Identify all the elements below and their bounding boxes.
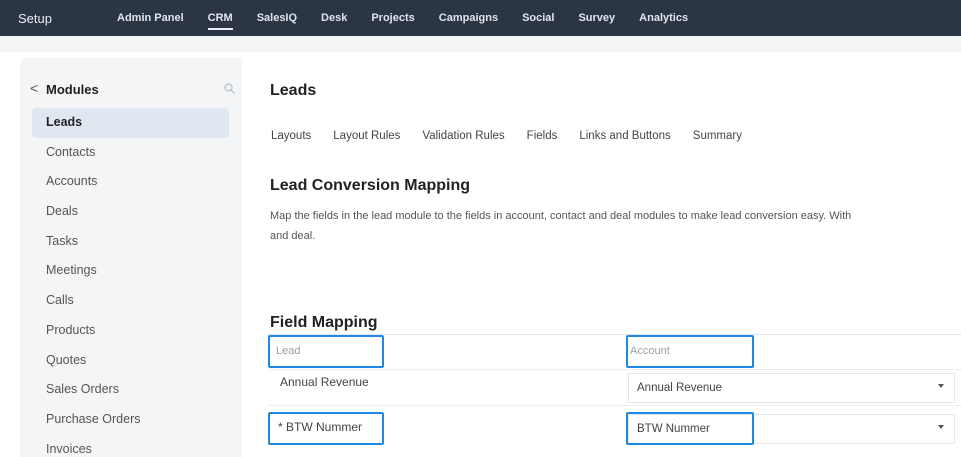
- modules-sidebar: < Modules Leads Contacts Accounts Deals …: [20, 58, 242, 457]
- product-nav: Admin Panel CRM SalesIQ Desk Projects Ca…: [117, 0, 712, 36]
- sidebar-item-products[interactable]: Products: [32, 316, 229, 346]
- account-field-highlight: [626, 412, 754, 445]
- section-title: Lead Conversion Mapping: [270, 177, 471, 194]
- nav-campaigns[interactable]: Campaigns: [439, 0, 498, 36]
- nav-crm[interactable]: CRM: [207, 0, 233, 36]
- table-header-row: Lead Account: [268, 335, 961, 370]
- nav-analytics[interactable]: Analytics: [639, 0, 688, 36]
- nav-salesiq[interactable]: SalesIQ: [257, 0, 297, 36]
- module-tabs: Layouts Layout Rules Validation Rules Fi…: [271, 130, 764, 142]
- nav-projects[interactable]: Projects: [371, 0, 414, 36]
- section-description: Map the fields in the lead module to the…: [270, 206, 960, 246]
- nav-social[interactable]: Social: [522, 0, 554, 36]
- account-column-header: Account: [630, 345, 670, 357]
- account-field-value: Annual Revenue: [637, 382, 723, 394]
- chevron-down-icon: [938, 425, 944, 429]
- tab-links-and-buttons[interactable]: Links and Buttons: [579, 130, 670, 142]
- tab-fields[interactable]: Fields: [527, 130, 558, 142]
- setup-label[interactable]: Setup: [18, 11, 52, 26]
- main-content: Leads Layouts Layout Rules Validation Ru…: [250, 58, 961, 457]
- nav-desk[interactable]: Desk: [321, 0, 347, 36]
- sidebar-item-calls[interactable]: Calls: [32, 286, 229, 316]
- account-field-select[interactable]: Annual Revenue: [628, 373, 955, 403]
- sub-header-strip: [0, 36, 961, 52]
- chevron-down-icon: [938, 384, 944, 388]
- sidebar-item-purchase-orders[interactable]: Purchase Orders: [32, 405, 229, 435]
- sidebar-header: < Modules: [30, 80, 235, 100]
- lead-field-label: Annual Revenue: [280, 375, 369, 389]
- top-navigation-bar: Setup Admin Panel CRM SalesIQ Desk Proje…: [0, 0, 961, 36]
- sidebar-item-invoices[interactable]: Invoices: [32, 435, 229, 457]
- tab-validation-rules[interactable]: Validation Rules: [422, 130, 504, 142]
- sidebar-title: Modules: [46, 82, 99, 97]
- tab-layout-rules[interactable]: Layout Rules: [333, 130, 400, 142]
- lead-field-label: * BTW Nummer: [278, 420, 362, 434]
- back-chevron-icon[interactable]: <: [30, 80, 38, 96]
- sidebar-item-contacts[interactable]: Contacts: [32, 138, 229, 168]
- search-icon[interactable]: [224, 83, 235, 94]
- table-row: * BTW Nummer BTW Nummer: [268, 406, 961, 445]
- sidebar-item-sales-orders[interactable]: Sales Orders: [32, 375, 229, 405]
- sidebar-item-accounts[interactable]: Accounts: [32, 167, 229, 197]
- nav-survey[interactable]: Survey: [578, 0, 615, 36]
- tab-layouts[interactable]: Layouts: [271, 130, 311, 142]
- sidebar-item-leads[interactable]: Leads: [32, 108, 229, 138]
- nav-admin-panel[interactable]: Admin Panel: [117, 0, 184, 36]
- page-title: Leads: [270, 82, 317, 99]
- field-mapping-table: Lead Account Annual Revenue Annual Reven…: [268, 334, 961, 445]
- sidebar-item-deals[interactable]: Deals: [32, 197, 229, 227]
- table-row: Annual Revenue Annual Revenue: [268, 370, 961, 406]
- description-line-1: Map the fields in the lead module to the…: [270, 210, 852, 222]
- module-list: Leads Contacts Accounts Deals Tasks Meet…: [32, 108, 229, 457]
- sidebar-item-meetings[interactable]: Meetings: [32, 256, 229, 286]
- field-mapping-title: Field Mapping: [270, 314, 378, 331]
- sidebar-item-quotes[interactable]: Quotes: [32, 346, 229, 376]
- sidebar-item-tasks[interactable]: Tasks: [32, 227, 229, 257]
- tab-summary[interactable]: Summary: [693, 130, 742, 142]
- description-line-2: and deal.: [270, 230, 316, 242]
- lead-column-header: Lead: [276, 345, 301, 357]
